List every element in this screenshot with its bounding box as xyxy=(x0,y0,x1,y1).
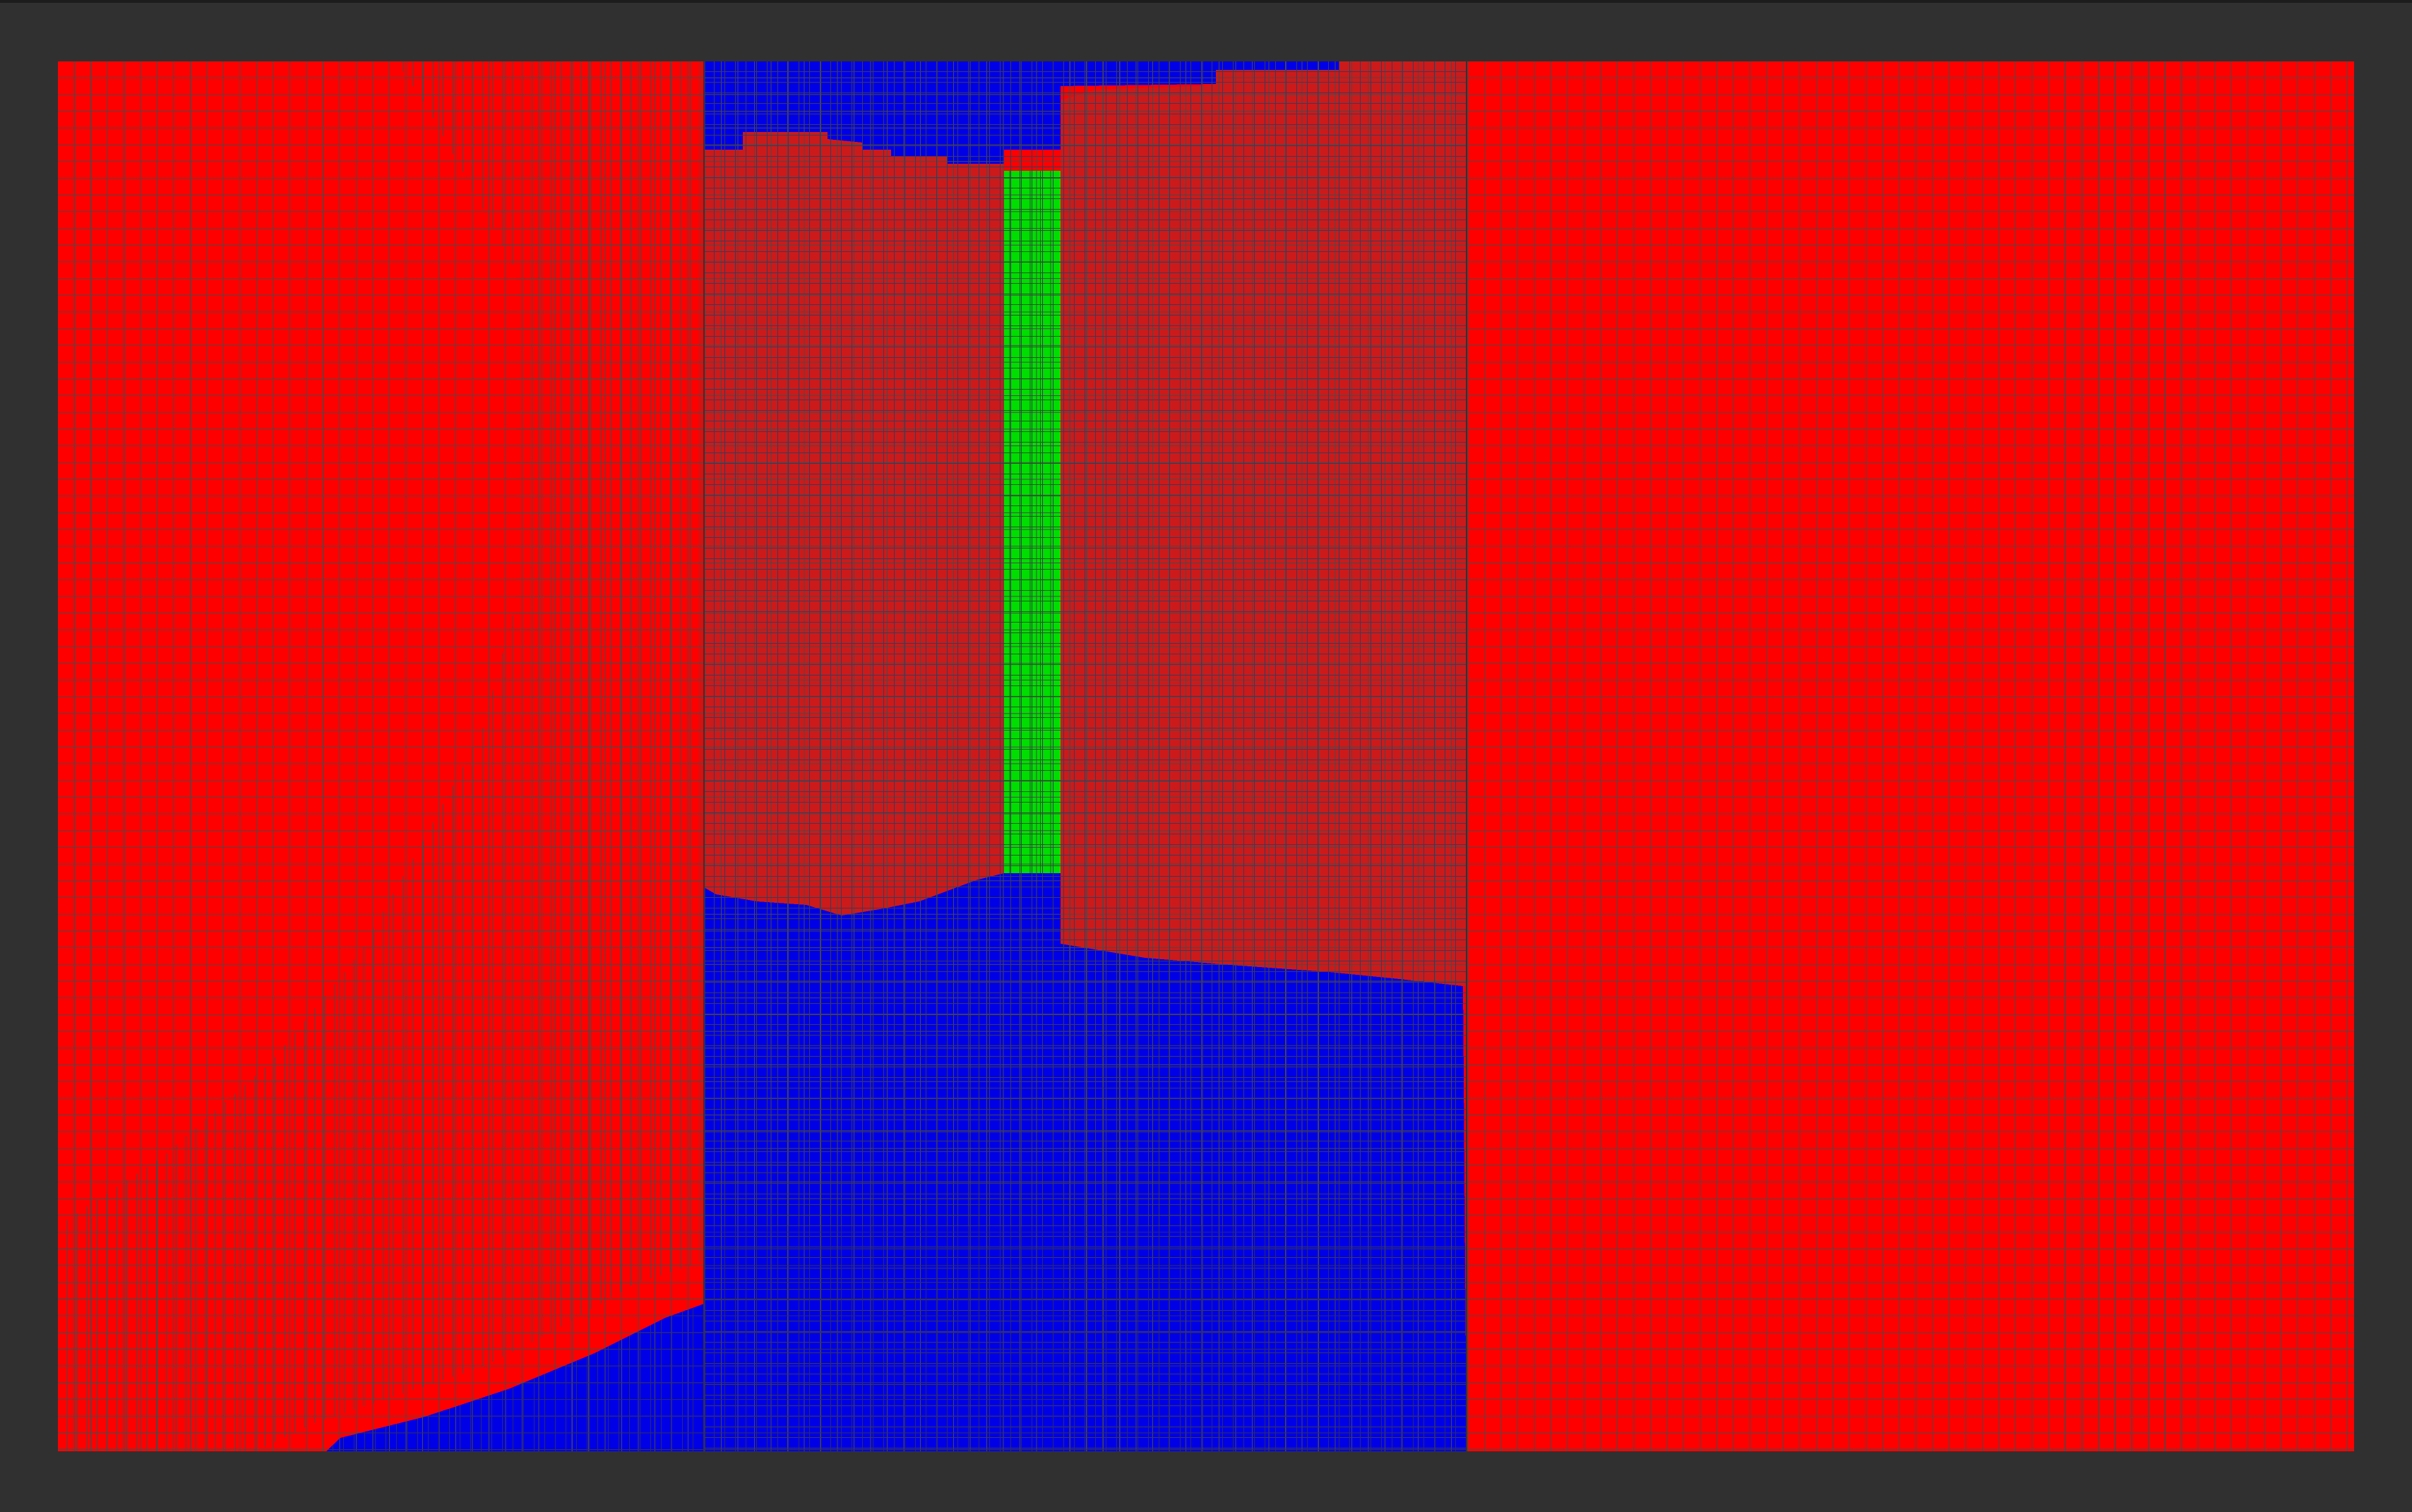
render-viewport xyxy=(0,0,2412,1512)
window-top-border xyxy=(0,0,2412,3)
core-mesh-grid xyxy=(1004,171,1061,873)
mesh-view[interactable] xyxy=(58,61,2354,1451)
